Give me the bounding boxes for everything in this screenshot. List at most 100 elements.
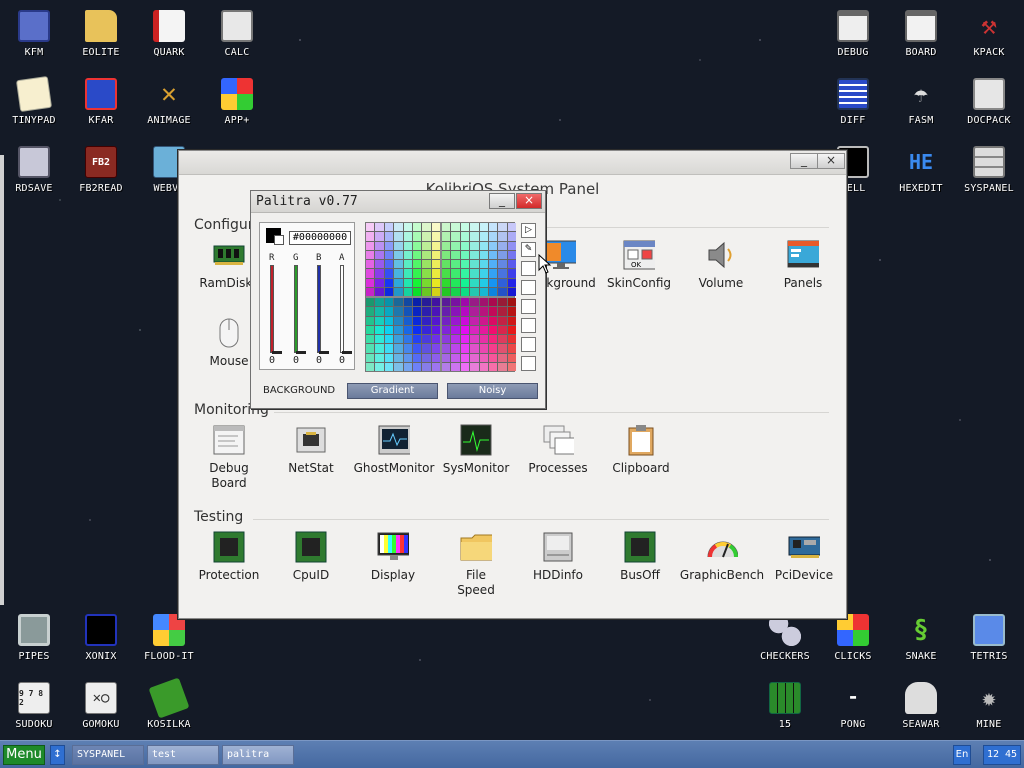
palette-cell[interactable]: [442, 241, 451, 250]
palette-cell[interactable]: [460, 316, 470, 325]
palette-cell[interactable]: [498, 232, 507, 241]
palette-cell[interactable]: [384, 307, 394, 316]
desktop-icon-tinypad[interactable]: TINYPAD: [2, 68, 66, 134]
palette-cell[interactable]: [375, 260, 384, 269]
palette-cell[interactable]: [394, 353, 403, 362]
palette-cell[interactable]: [507, 335, 516, 344]
palette-cell[interactable]: [507, 307, 516, 316]
palette-cell[interactable]: [470, 287, 479, 296]
palette-cell[interactable]: [412, 335, 422, 344]
panel-item-processes[interactable]: Processes: [517, 424, 599, 476]
palette-cell[interactable]: [366, 316, 375, 325]
palette-cell[interactable]: [451, 298, 460, 307]
panel-item-cpuid[interactable]: CpuID: [270, 531, 352, 583]
palette-cell[interactable]: [403, 325, 412, 334]
palette-cell[interactable]: [422, 316, 431, 325]
channel-r-handle[interactable]: [272, 351, 282, 354]
palette-cell[interactable]: [422, 269, 431, 278]
system-panel-titlebar[interactable]: _ ×: [179, 151, 846, 175]
palette-cell[interactable]: [384, 250, 394, 259]
desktop-icon-docpack[interactable]: DOCPACK: [957, 68, 1021, 134]
desktop-icon-eolite[interactable]: EOLITE: [69, 0, 133, 66]
palette-cell[interactable]: [442, 223, 451, 232]
panel-item-busoff[interactable]: BusOff: [599, 531, 681, 583]
palette-cell[interactable]: [394, 260, 403, 269]
palette-cell[interactable]: [422, 344, 431, 353]
palette-cell[interactable]: [431, 278, 440, 287]
palette-cell[interactable]: [384, 298, 394, 307]
palette-cell[interactable]: [375, 241, 384, 250]
palette-block[interactable]: [366, 223, 440, 296]
panel-item-netstat[interactable]: NetStat: [270, 424, 352, 476]
palette-cell[interactable]: [412, 344, 422, 353]
palette-cell[interactable]: [479, 250, 488, 259]
palette-cell[interactable]: [451, 325, 460, 334]
desktop-icon-kpack[interactable]: ⚒ KPACK: [957, 0, 1021, 66]
palette-cell[interactable]: [422, 307, 431, 316]
panel-item-clipboard[interactable]: Clipboard: [600, 424, 682, 476]
color-slot[interactable]: [521, 280, 536, 295]
desktop-icon-pong[interactable]: ⁃ PONG: [821, 672, 885, 738]
palette-cell[interactable]: [479, 307, 488, 316]
palette-cell[interactable]: [403, 353, 412, 362]
palette-cell[interactable]: [431, 241, 440, 250]
palette-cell[interactable]: [384, 232, 394, 241]
gradient-button[interactable]: Gradient: [347, 383, 438, 399]
palette-cell[interactable]: [498, 362, 507, 371]
palette-cell[interactable]: [384, 344, 394, 353]
palette-cell[interactable]: [442, 269, 451, 278]
palette-cell[interactable]: [375, 269, 384, 278]
palette-cell[interactable]: [442, 325, 451, 334]
channel-b-slider[interactable]: [317, 265, 321, 353]
panel-item-sysmonitor[interactable]: SysMonitor: [435, 424, 517, 476]
palette-cell[interactable]: [479, 335, 488, 344]
palette-cell[interactable]: [412, 353, 422, 362]
palette-cell[interactable]: [479, 287, 488, 296]
palette-cell[interactable]: [470, 344, 479, 353]
palette-cell[interactable]: [422, 298, 431, 307]
palette-cell[interactable]: [507, 362, 516, 371]
palette-cell[interactable]: [460, 232, 470, 241]
palette-cell[interactable]: [507, 232, 516, 241]
palette-block[interactable]: [442, 223, 516, 296]
palette-cell[interactable]: [366, 232, 375, 241]
palette-cell[interactable]: [422, 335, 431, 344]
palette-cell[interactable]: [412, 362, 422, 371]
panel-item-volume[interactable]: Volume: [680, 239, 762, 291]
color-slot[interactable]: [521, 261, 536, 276]
palette-cell[interactable]: [488, 353, 498, 362]
palette-cell[interactable]: [507, 298, 516, 307]
palette-cell[interactable]: [470, 250, 479, 259]
panel-item-display[interactable]: Display: [352, 531, 434, 583]
palette-cell[interactable]: [422, 287, 431, 296]
palette-cell[interactable]: [507, 316, 516, 325]
desktop-icon-board[interactable]: BOARD: [889, 0, 953, 66]
channel-a-handle[interactable]: [342, 351, 352, 354]
desktop-icon-animage[interactable]: ✕ ANIMAGE: [137, 68, 201, 134]
palette-cell[interactable]: [479, 353, 488, 362]
palette-cell[interactable]: [375, 278, 384, 287]
palette-cell[interactable]: [460, 353, 470, 362]
palette-cell[interactable]: [498, 260, 507, 269]
eyedropper-icon[interactable]: ✎: [521, 242, 536, 257]
palette-cell[interactable]: [431, 344, 440, 353]
palette-cell[interactable]: [488, 223, 498, 232]
color-slot[interactable]: [521, 337, 536, 352]
palette-cell[interactable]: [451, 241, 460, 250]
channel-g-handle[interactable]: [296, 351, 306, 354]
palette-cell[interactable]: [412, 287, 422, 296]
palette-cell[interactable]: [394, 223, 403, 232]
desktop-icon-hexedit[interactable]: HE HEXEDIT: [889, 136, 953, 202]
palette-cell[interactable]: [507, 260, 516, 269]
palette-cell[interactable]: [422, 353, 431, 362]
noisy-button[interactable]: Noisy: [447, 383, 538, 399]
panel-item-skinconfig[interactable]: OK SkinConfig: [598, 239, 680, 291]
palette-cell[interactable]: [366, 250, 375, 259]
palette-cell[interactable]: [470, 307, 479, 316]
palette-cell[interactable]: [442, 287, 451, 296]
palette-cell[interactable]: [442, 335, 451, 344]
palette-cell[interactable]: [412, 269, 422, 278]
palette-cell[interactable]: [479, 362, 488, 371]
palitra-titlebar[interactable]: Palitra v0.77 _ ×: [251, 191, 545, 213]
color-slot[interactable]: [521, 318, 536, 333]
